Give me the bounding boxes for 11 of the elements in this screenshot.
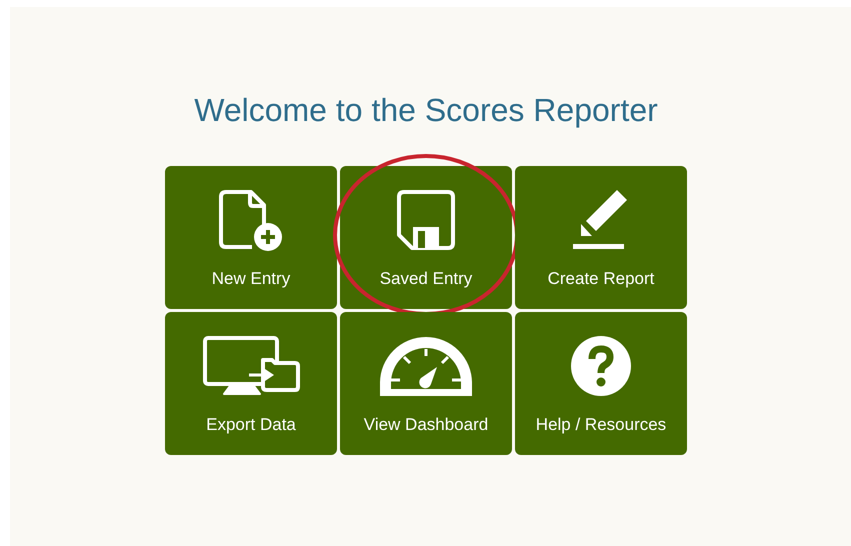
- gauge-icon: [378, 335, 474, 397]
- menu-tile[interactable]: Export Data: [165, 312, 337, 455]
- menu-tile[interactable]: View Dashboard: [340, 312, 512, 455]
- help-icon: [570, 335, 632, 397]
- menu-tile[interactable]: New Entry: [165, 166, 337, 309]
- menu-tile[interactable]: Help / Resources: [515, 312, 687, 455]
- page-title: Welcome to the Scores Reporter: [194, 91, 658, 130]
- monitor-export-icon: [202, 335, 300, 397]
- menu-tile[interactable]: Saved Entry: [340, 166, 512, 309]
- menu-tile[interactable]: Create Report: [515, 166, 687, 309]
- new-document-icon: [218, 189, 284, 251]
